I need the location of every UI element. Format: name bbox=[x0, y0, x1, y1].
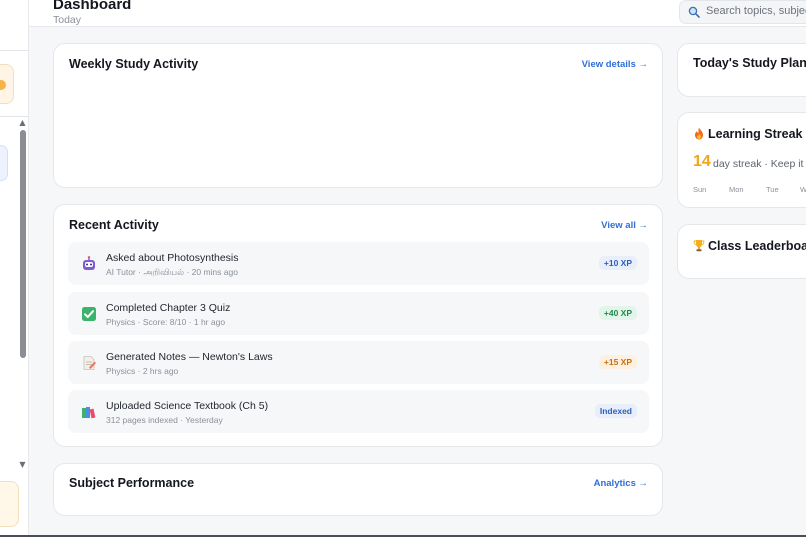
activity-title: Uploaded Science Textbook (Ch 5) bbox=[106, 400, 269, 412]
activity-title: Generated Notes — Newton's Laws bbox=[106, 351, 273, 363]
trophy-icon bbox=[693, 240, 705, 252]
scroll-down-arrow-icon[interactable]: ▼ bbox=[18, 460, 27, 469]
weekly-study-activity-card: Weekly Study Activity View details → bbox=[53, 43, 663, 188]
list-item[interactable]: Asked about Photosynthesis AI Tutor · அற… bbox=[68, 242, 649, 285]
books-icon bbox=[80, 403, 97, 420]
activity-meta: Physics · 2 hrs ago bbox=[106, 366, 179, 376]
analytics-link[interactable]: Analytics → bbox=[594, 478, 648, 489]
streak-title: Learning Streak bbox=[708, 127, 803, 141]
sidebar-divider bbox=[0, 50, 28, 51]
learning-streak-card: Learning Streak 14 day streak · Keep it … bbox=[677, 112, 806, 208]
sidebar-item-active[interactable] bbox=[0, 145, 8, 181]
sidebar-bottom-card[interactable] bbox=[0, 481, 19, 527]
sidebar-scrollbar-thumb[interactable] bbox=[20, 130, 26, 358]
page-title: Dashboard bbox=[53, 0, 132, 13]
list-item[interactable]: Uploaded Science Textbook (Ch 5) 312 pag… bbox=[68, 390, 649, 433]
recent-activity-card: Recent Activity View all → Asked about P… bbox=[53, 204, 663, 447]
search-icon bbox=[688, 6, 700, 18]
card-title: Weekly Study Activity bbox=[69, 57, 199, 71]
robot-icon bbox=[80, 255, 97, 272]
day-label: Tue bbox=[766, 185, 779, 194]
subject-performance-card: Subject Performance Analytics → bbox=[53, 463, 663, 516]
activity-meta: Physics · Score: 8/10 · 1 hr ago bbox=[106, 317, 226, 327]
view-all-link[interactable]: View all → bbox=[601, 220, 648, 231]
fire-icon bbox=[695, 127, 703, 140]
activity-title: Asked about Photosynthesis bbox=[106, 252, 239, 264]
activity-title: Completed Chapter 3 Quiz bbox=[106, 302, 231, 314]
xp-badge: +10 XP bbox=[598, 256, 637, 270]
list-item[interactable]: Completed Chapter 3 Quiz Physics · Score… bbox=[68, 292, 649, 335]
sidebar-divider bbox=[0, 116, 28, 117]
streak-text: day streak · Keep it g bbox=[713, 158, 806, 170]
search-box[interactable] bbox=[679, 0, 806, 24]
day-label: Mon bbox=[729, 185, 744, 194]
study-plan-card: Today's Study Plan bbox=[677, 43, 806, 97]
activity-meta: 312 pages indexed · Yesterday bbox=[106, 415, 223, 425]
view-details-link[interactable]: View details → bbox=[582, 59, 648, 70]
streak-count: 14 bbox=[693, 153, 711, 170]
xp-badge: +15 XP bbox=[598, 355, 637, 369]
card-title: Recent Activity bbox=[69, 218, 159, 232]
card-title: Learning Streak bbox=[693, 127, 802, 141]
list-item[interactable]: Generated Notes — Newton's Laws Physics … bbox=[68, 341, 649, 384]
scroll-up-arrow-icon[interactable]: ▲ bbox=[18, 118, 27, 127]
day-label: W bbox=[800, 185, 806, 194]
card-title: Subject Performance bbox=[69, 476, 195, 490]
search-input[interactable] bbox=[706, 5, 806, 17]
card-title: Class Leaderboar bbox=[693, 239, 806, 253]
activity-meta: AI Tutor · அறிவியல் · 20 mins ago bbox=[106, 267, 238, 277]
sidebar: ▲ ▼ bbox=[0, 0, 29, 537]
streak-days: Sun Mon Tue W bbox=[693, 185, 806, 197]
leaderboard-title: Class Leaderboar bbox=[708, 239, 806, 253]
class-leaderboard-card: Class Leaderboar bbox=[677, 224, 806, 279]
checkmark-icon bbox=[80, 305, 97, 322]
day-label: Sun bbox=[693, 185, 707, 194]
card-title: Today's Study Plan bbox=[693, 56, 806, 70]
memo-icon bbox=[80, 354, 97, 371]
xp-badge: +40 XP bbox=[598, 306, 637, 320]
status-badge: Indexed bbox=[594, 404, 637, 418]
page-subtitle: Today bbox=[53, 14, 82, 26]
